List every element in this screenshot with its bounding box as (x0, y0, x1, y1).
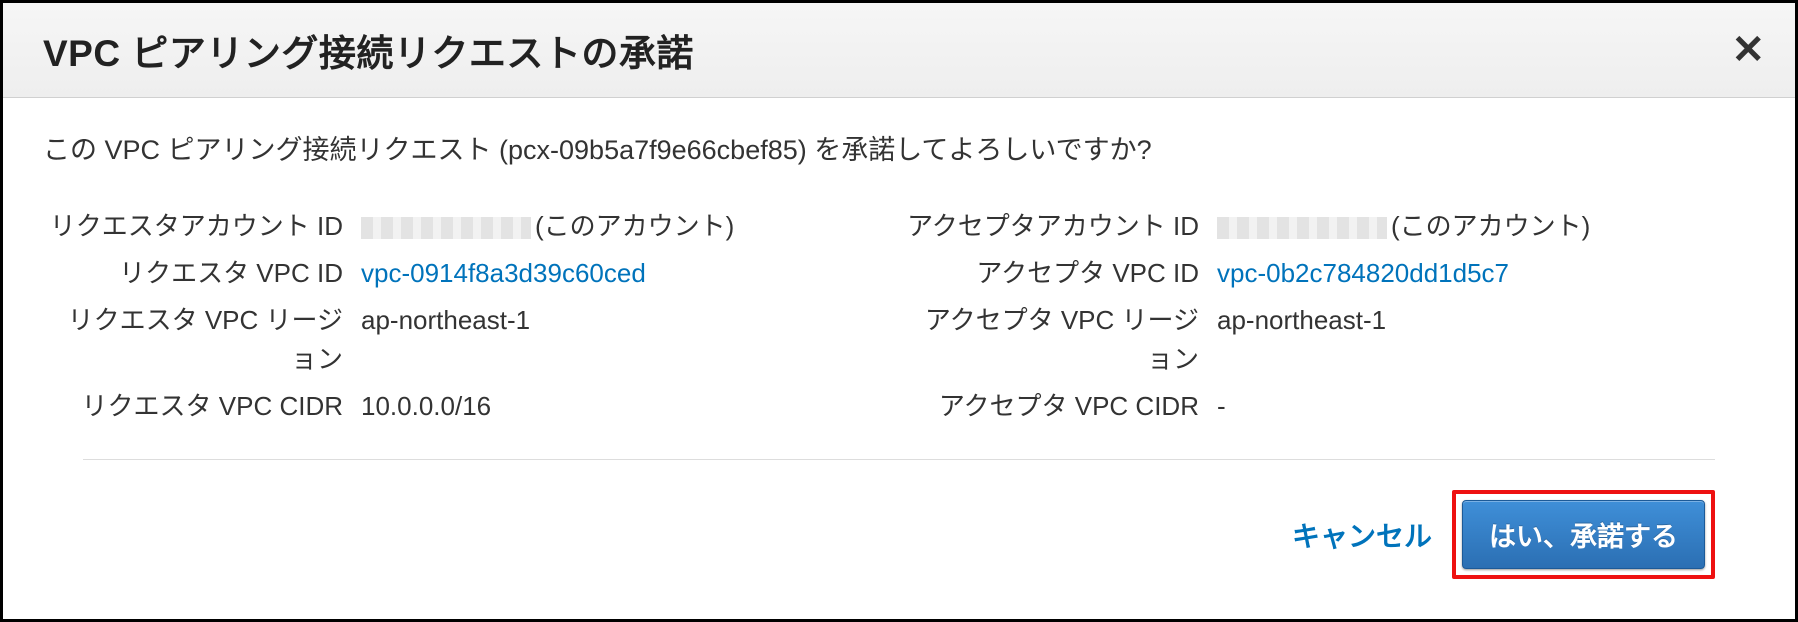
confirm-question: この VPC ピアリング接続リクエスト (pcx-09b5a7f9e66cbef… (43, 128, 1755, 167)
accepter-account-id-field: アクセプタアカウント ID (このアカウント) (899, 207, 1755, 246)
accepter-cidr-value: - (1217, 387, 1755, 426)
requester-column: リクエスタアカウント ID (このアカウント) リクエスタ VPC ID vpc… (43, 207, 899, 434)
requester-region-field: リクエスタ VPC リージョン ap-northeast-1 (43, 301, 899, 379)
modal-body: この VPC ピアリング接続リクエスト (pcx-09b5a7f9e66cbef… (3, 98, 1795, 619)
cancel-button[interactable]: キャンセル (1292, 515, 1432, 555)
details-row: リクエスタアカウント ID (このアカウント) リクエスタ VPC ID vpc… (43, 207, 1755, 434)
redacted-block (361, 217, 531, 239)
close-icon[interactable]: ✕ (1731, 30, 1765, 70)
modal-title: VPC ピアリング接続リクエストの承諾 (43, 23, 694, 77)
requester-cidr-label: リクエスタ VPC CIDR (43, 387, 361, 426)
requester-region-value: ap-northeast-1 (361, 301, 899, 340)
requester-account-suffix: (このアカウント) (535, 211, 734, 241)
accepter-cidr-label: アクセプタ VPC CIDR (899, 387, 1217, 426)
accept-peering-modal: VPC ピアリング接続リクエストの承諾 ✕ この VPC ピアリング接続リクエス… (0, 0, 1798, 622)
accepter-account-suffix: (このアカウント) (1391, 211, 1590, 241)
accept-button[interactable]: はい、承諾する (1462, 500, 1705, 569)
requester-vpc-id-label: リクエスタ VPC ID (43, 254, 361, 293)
accepter-vpc-id-link[interactable]: vpc-0b2c784820dd1d5c7 (1217, 254, 1755, 293)
modal-header: VPC ピアリング接続リクエストの承諾 ✕ (3, 3, 1795, 98)
accepter-account-id-label: アクセプタアカウント ID (899, 207, 1217, 246)
accepter-account-id-value: (このアカウント) (1217, 207, 1755, 246)
accepter-region-field: アクセプタ VPC リージョン ap-northeast-1 (899, 301, 1755, 379)
requester-account-id-field: リクエスタアカウント ID (このアカウント) (43, 207, 899, 246)
accepter-vpc-id-field: アクセプタ VPC ID vpc-0b2c784820dd1d5c7 (899, 254, 1755, 293)
requester-region-label: リクエスタ VPC リージョン (43, 301, 361, 379)
requester-cidr-value: 10.0.0.0/16 (361, 387, 899, 426)
accepter-region-value: ap-northeast-1 (1217, 301, 1755, 340)
requester-account-id-label: リクエスタアカウント ID (43, 207, 361, 246)
requester-vpc-id-field: リクエスタ VPC ID vpc-0914f8a3d39c60ced (43, 254, 899, 293)
modal-footer: キャンセル はい、承諾する (83, 459, 1715, 609)
accepter-vpc-id-label: アクセプタ VPC ID (899, 254, 1217, 293)
accepter-region-label: アクセプタ VPC リージョン (899, 301, 1217, 379)
requester-account-id-value: (このアカウント) (361, 207, 899, 246)
requester-vpc-id-link[interactable]: vpc-0914f8a3d39c60ced (361, 254, 899, 293)
accept-highlight-box: はい、承諾する (1452, 490, 1715, 579)
requester-cidr-field: リクエスタ VPC CIDR 10.0.0.0/16 (43, 387, 899, 426)
accepter-cidr-field: アクセプタ VPC CIDR - (899, 387, 1755, 426)
redacted-block (1217, 217, 1387, 239)
accepter-column: アクセプタアカウント ID (このアカウント) アクセプタ VPC ID vpc… (899, 207, 1755, 434)
